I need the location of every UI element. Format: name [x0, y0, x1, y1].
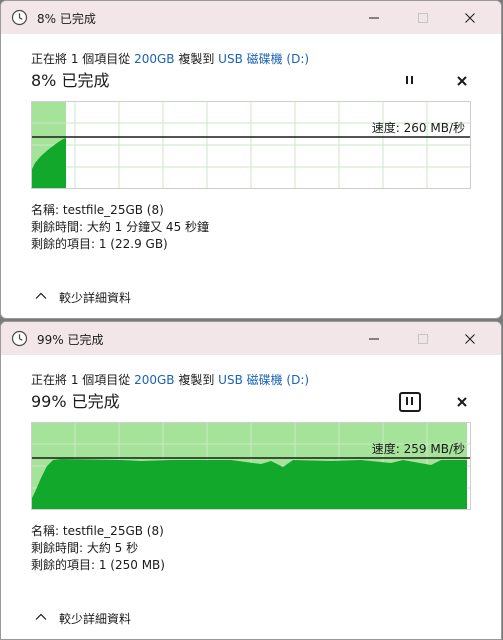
copy-source-line: 正在將 1 個項目從 200GB 複製到 USB 磁碟機 (D:) — [31, 371, 309, 388]
destination-link[interactable]: USB 磁碟機 (D:) — [218, 373, 309, 387]
source-prefix: 正在將 1 個項目從 — [31, 373, 135, 387]
minimize-button[interactable] — [351, 1, 397, 34]
file-name: 名稱: testfile_25GB (8) — [31, 524, 164, 538]
chevron-up-icon — [35, 613, 47, 620]
dest-prefix: 複製到 — [174, 52, 219, 66]
speed-graph: 速度: 259 MB/秒 — [31, 422, 471, 510]
close-button[interactable] — [447, 322, 493, 355]
less-details-label: 較少詳細資料 — [59, 291, 132, 305]
close-icon — [465, 13, 475, 23]
clock-icon — [11, 9, 28, 26]
dest-prefix: 複製到 — [174, 373, 219, 387]
chevron-up-icon — [35, 292, 47, 299]
less-details-label: 較少詳細資料 — [59, 612, 132, 626]
close-icon — [465, 334, 475, 344]
items-remaining: 剩餘的項目: 1 (22.9 GB) — [31, 237, 168, 251]
copy-source-line: 正在將 1 個項目從 200GB 複製到 USB 磁碟機 (D:) — [31, 50, 309, 67]
copy-progress-dialog: 8% 已完成 正在將 1 個項目從 200GB 複製到 USB 磁碟機 (D:)… — [0, 0, 502, 319]
speed-label: 速度: 259 MB/秒 — [371, 442, 465, 456]
pause-icon-bar — [411, 76, 413, 84]
stop-icon[interactable] — [454, 394, 470, 410]
time-remaining: 剩餘時間: 大約 5 秒 — [31, 541, 139, 555]
stop-icon[interactable] — [454, 73, 470, 89]
clock-icon — [11, 330, 28, 347]
minimize-icon — [369, 17, 379, 19]
details-panel: 名稱: testfile_25GB (8) 剩餘時間: 大約 5 秒 剩餘的項目… — [31, 523, 165, 574]
speed-graph-canvas — [31, 422, 471, 510]
pause-icon — [406, 76, 408, 84]
file-name: 名稱: testfile_25GB (8) — [31, 203, 164, 217]
source-link[interactable]: 200GB — [134, 52, 174, 66]
pause-icon — [406, 397, 408, 405]
time-remaining: 剩餘時間: 大約 1 分鐘又 45 秒鐘 — [31, 220, 210, 234]
window-title: 8% 已完成 — [37, 12, 96, 26]
source-prefix: 正在將 1 個項目從 — [31, 52, 135, 66]
minimize-button[interactable] — [351, 322, 397, 355]
maximize-button — [400, 1, 446, 34]
copy-progress-dialog: 99% 已完成 正在將 1 個項目從 200GB 複製到 USB 磁碟機 (D:… — [0, 321, 502, 640]
title-bar: 8% 已完成 — [1, 1, 501, 34]
details-panel: 名稱: testfile_25GB (8) 剩餘時間: 大約 1 分鐘又 45 … — [31, 202, 209, 253]
pause-button[interactable] — [399, 392, 421, 412]
maximize-icon — [418, 334, 428, 344]
speed-graph-canvas — [31, 101, 471, 189]
progress-percent: 99% 已完成 — [31, 392, 120, 411]
destination-link[interactable]: USB 磁碟機 (D:) — [218, 52, 309, 66]
source-link[interactable]: 200GB — [134, 373, 174, 387]
progress-percent: 8% 已完成 — [31, 71, 110, 90]
close-button[interactable] — [447, 1, 493, 34]
speed-graph: 速度: 260 MB/秒 — [31, 101, 471, 189]
title-bar: 99% 已完成 — [1, 322, 501, 355]
speed-label: 速度: 260 MB/秒 — [371, 121, 465, 135]
speed-area — [31, 459, 467, 510]
maximize-button — [400, 322, 446, 355]
minimize-icon — [369, 338, 379, 340]
items-remaining: 剩餘的項目: 1 (250 MB) — [31, 558, 165, 572]
maximize-icon — [418, 13, 428, 23]
pause-icon-bar — [411, 397, 413, 405]
window-title: 99% 已完成 — [37, 333, 104, 347]
pause-button[interactable] — [399, 71, 421, 91]
